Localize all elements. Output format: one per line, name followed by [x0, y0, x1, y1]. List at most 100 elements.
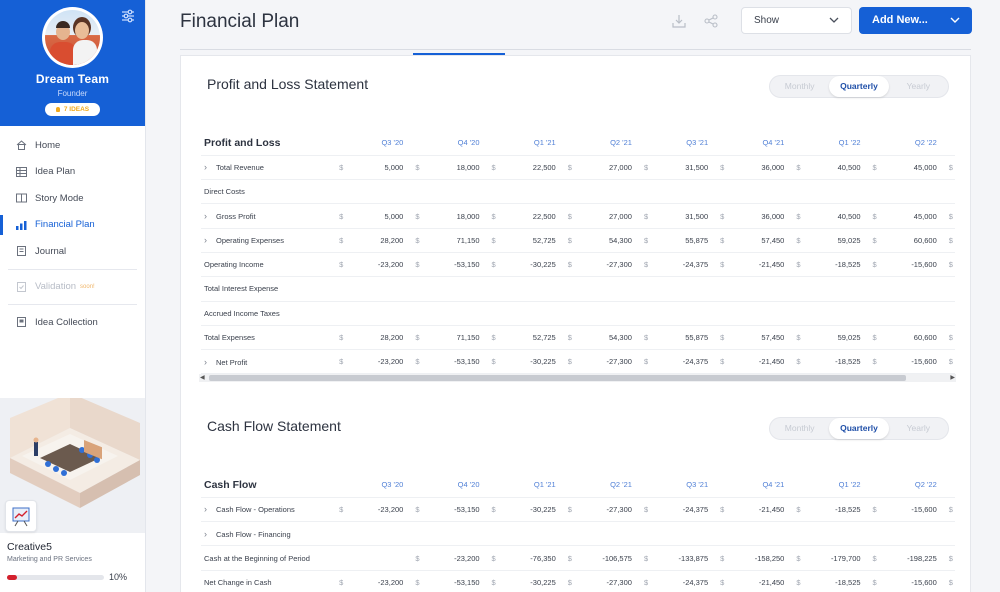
table-title: Cash Flow: [201, 473, 336, 498]
currency-symbol: [411, 179, 424, 205]
share-icon[interactable]: [704, 14, 718, 28]
toggle-yearly[interactable]: Yearly: [889, 76, 948, 97]
ideas-badge[interactable]: 7 IDEAS: [45, 103, 100, 116]
row-label-cell[interactable]: › Cash Flow - Financing: [201, 521, 336, 547]
currency-symbol: $: [944, 349, 955, 375]
value-cell: -27,300: [575, 349, 640, 375]
currency-symbol: [487, 301, 500, 326]
value-cell: 71,150: [423, 325, 488, 351]
currency-symbol: $: [792, 325, 805, 351]
currency-symbol: $: [639, 203, 653, 229]
currency-symbol: [792, 179, 805, 205]
row-label-cell[interactable]: › Gross Profit: [201, 203, 336, 229]
company-logo[interactable]: [5, 500, 37, 532]
row-label: Accrued Income Taxes: [204, 308, 280, 318]
table-row[interactable]: › Cash Flow - Operations $ -23,200 $ -53,150 $…: [201, 497, 955, 523]
currency-symbol: $: [944, 325, 955, 351]
period-header: Q2 '22: [868, 473, 945, 498]
value-cell: [347, 276, 412, 302]
row-label-cell[interactable]: › Cash Flow - Operations: [201, 497, 336, 523]
pl-horizontal-scrollbar[interactable]: ◀ ▶: [199, 374, 956, 382]
add-new-button[interactable]: Add New...: [859, 7, 972, 34]
cf-table: Cash Flow Q3 '20 Q4 '20 Q1 '21 Q2 '21 Q3 '21 Q…: [201, 473, 955, 592]
row-label-cell[interactable]: › Net Profit: [201, 349, 336, 375]
toggle-quarterly[interactable]: Quarterly: [829, 418, 889, 439]
chevron-right-icon[interactable]: ›: [204, 235, 216, 245]
currency-symbol: $: [716, 325, 729, 351]
chevron-down-icon: [829, 17, 839, 23]
show-dropdown[interactable]: Show: [741, 7, 852, 34]
toggle-monthly[interactable]: Monthly: [770, 418, 829, 439]
currency-symbol: [716, 276, 729, 302]
sidebar-item-idea-plan[interactable]: Idea Plan: [0, 159, 145, 186]
row-label-cell: Accrued Income Taxes: [201, 301, 336, 326]
table-row[interactable]: › Net Profit $ -23,200 $ -53,150 $ -30,225 $ -27,…: [201, 349, 955, 375]
value-cell: [728, 301, 793, 326]
value-cell: [652, 301, 717, 326]
row-label-cell[interactable]: › Total Revenue: [201, 155, 336, 181]
value-cell: [575, 301, 640, 326]
currency-symbol: $: [868, 325, 881, 351]
currency-symbol: $: [411, 349, 424, 375]
toggle-monthly[interactable]: Monthly: [770, 76, 829, 97]
value-cell: -30,225: [499, 252, 564, 278]
value-cell: -15,600: [880, 570, 945, 592]
value-cell: [347, 545, 412, 571]
value-cell: [880, 276, 945, 302]
currency-symbol: $: [563, 155, 576, 181]
value-cell: 55,875: [652, 228, 717, 253]
sidebar-item-financial-plan[interactable]: Financial Plan: [0, 212, 145, 239]
table-row: Total Interest Expense: [201, 276, 955, 302]
toggle-yearly[interactable]: Yearly: [889, 418, 948, 439]
currency-symbol: $: [944, 228, 955, 253]
scrollbar-thumb[interactable]: [209, 375, 906, 381]
value-cell: -24,375: [652, 252, 717, 278]
value-cell: 57,450: [728, 228, 793, 253]
value-cell: [652, 521, 717, 547]
avatar[interactable]: [42, 7, 103, 68]
value-cell: [499, 301, 564, 326]
toggle-quarterly[interactable]: Quarterly: [829, 76, 889, 97]
table-row[interactable]: › Gross Profit $5,000 $18,000 $22,500 $27,000…: [201, 203, 955, 229]
sidebar-item-idea-collection[interactable]: Idea Collection: [0, 309, 145, 336]
currency-symbol: $: [563, 228, 576, 253]
sidebar-item-home[interactable]: Home: [0, 132, 145, 159]
value-cell: -53,150: [423, 349, 488, 375]
currency-symbol: [487, 179, 500, 205]
currency-symbol: [792, 276, 805, 302]
currency-symbol: $: [944, 497, 955, 523]
table-row[interactable]: › Cash Flow - Financing: [201, 521, 955, 547]
scroll-left-icon[interactable]: ◀: [200, 374, 205, 382]
download-icon[interactable]: [672, 14, 686, 28]
table-row[interactable]: › Operating Expenses $28,200 $71,150 $52,725…: [201, 228, 955, 253]
company-progress-bar: [7, 575, 104, 580]
row-label: Operating Expenses: [216, 236, 284, 246]
value-cell: [575, 179, 640, 205]
period-header: Q2 '21: [563, 473, 640, 498]
currency-symbol: $: [944, 203, 955, 229]
scroll-right-icon[interactable]: ▶: [950, 374, 955, 382]
chevron-right-icon[interactable]: ›: [204, 504, 216, 514]
value-cell: [880, 179, 945, 205]
page-title: Financial Plan: [180, 11, 300, 32]
row-label-cell[interactable]: › Operating Expenses: [201, 228, 336, 253]
currency-symbol: [411, 276, 424, 302]
chevron-right-icon[interactable]: ›: [204, 357, 216, 367]
value-cell: 59,025: [804, 325, 869, 351]
currency-symbol: [563, 301, 576, 326]
period-header: Q1 '21: [487, 131, 564, 156]
sidebar-item-validation: Validation soon!: [0, 274, 145, 301]
filter-settings-icon[interactable]: [121, 9, 135, 23]
sidebar-item-story-mode[interactable]: Story Mode: [0, 185, 145, 212]
table-row[interactable]: › Total Revenue $5,000 $18,000 $22,500 $27,00…: [201, 155, 955, 181]
sidebar-item-journal[interactable]: Journal: [0, 238, 145, 265]
add-new-label: Add New...: [872, 14, 928, 26]
value-cell: -23,200: [347, 349, 412, 375]
chevron-right-icon[interactable]: ›: [204, 162, 216, 172]
currency-symbol: [716, 521, 729, 547]
currency-symbol: $: [335, 155, 348, 181]
value-cell: -24,375: [652, 349, 717, 375]
chevron-right-icon[interactable]: ›: [204, 529, 216, 539]
chevron-right-icon[interactable]: ›: [204, 211, 216, 221]
currency-symbol: $: [563, 203, 576, 229]
